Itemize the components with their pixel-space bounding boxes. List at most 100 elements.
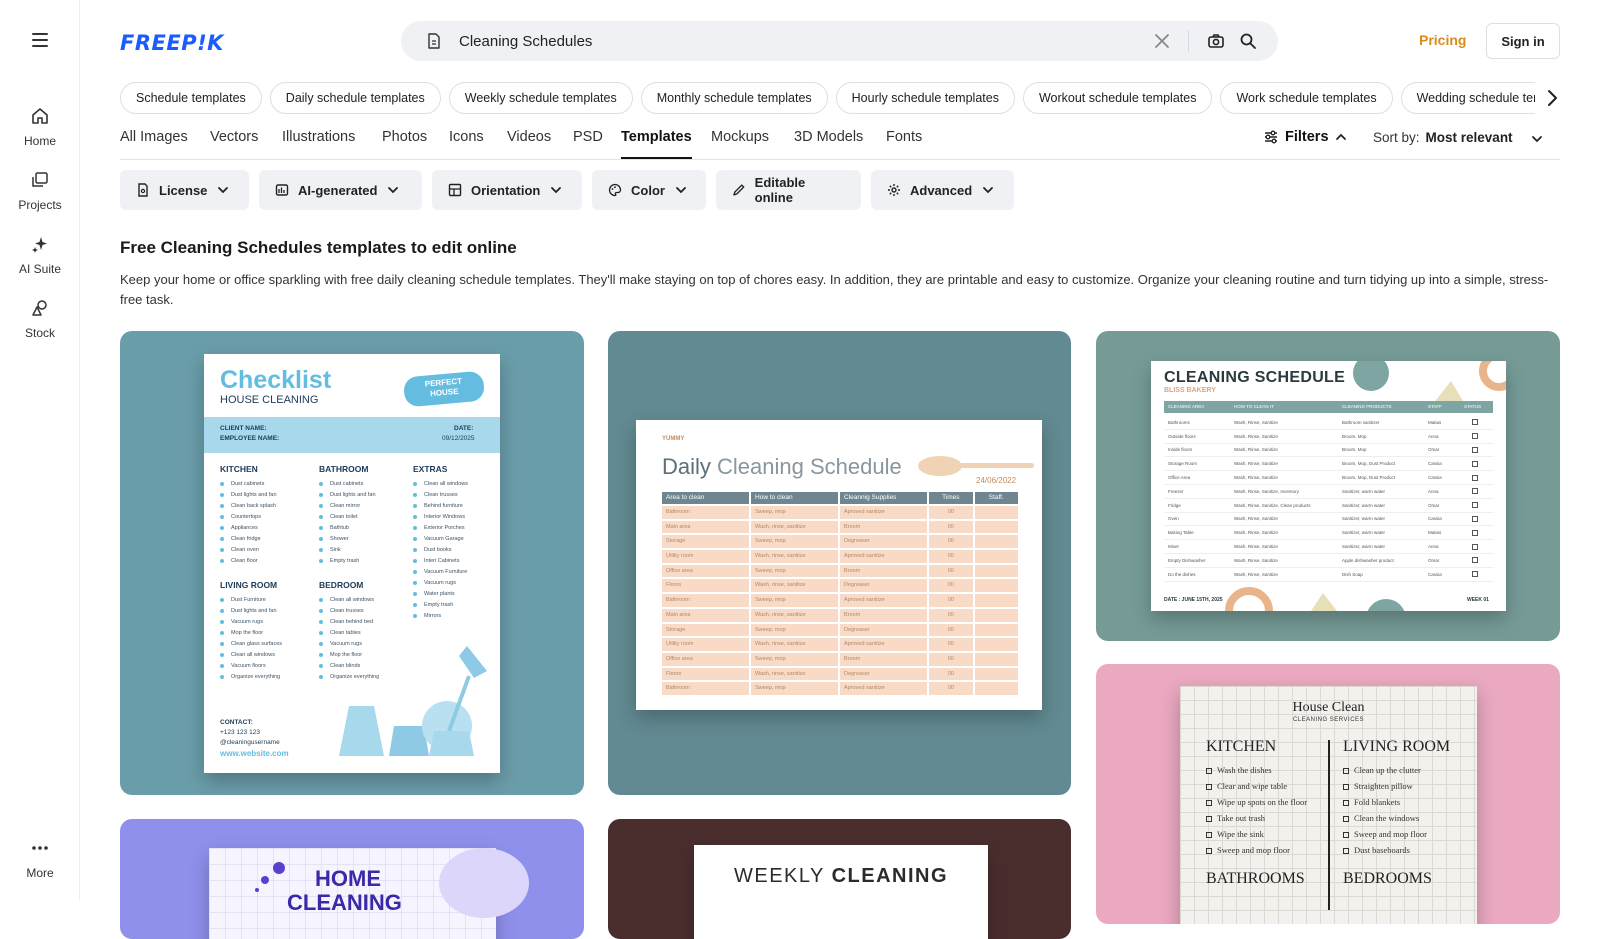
checklist-item: Clean all windows	[220, 650, 310, 661]
rail-item-stock[interactable]: Stock	[0, 298, 80, 342]
contact-username: @cleaningusername	[220, 739, 280, 746]
chip-work-schedule[interactable]: Work schedule templates	[1220, 82, 1393, 114]
item-text: Vacuum Furniture	[424, 569, 468, 575]
bullet-dot	[220, 597, 224, 602]
checklist-item: Vacuum Furniture	[413, 567, 503, 578]
chip-wedding-schedule[interactable]: Wedding schedule templates	[1400, 82, 1535, 114]
rail-item-home[interactable]: Home	[0, 106, 80, 150]
tab-mockups[interactable]: Mockups	[711, 129, 769, 145]
freepik-logo[interactable]: FREEP!K	[120, 31, 224, 55]
item-text: Dust cabinets	[231, 481, 265, 487]
tab-templates[interactable]: Templates	[621, 129, 692, 145]
item-text: Dust cabinets	[330, 481, 364, 487]
item-text: Shower	[330, 536, 349, 542]
clear-icon[interactable]	[1153, 32, 1171, 50]
table-cell: Matias	[1428, 419, 1442, 425]
column-divider	[1328, 740, 1330, 910]
color-filter[interactable]: Color	[592, 170, 706, 210]
template-card-weekly-cleaning[interactable]: WEEKLY CLEANING	[608, 819, 1071, 939]
chip-schedule-templates[interactable]: Schedule templates	[120, 82, 262, 114]
chevron-right-icon[interactable]	[1540, 86, 1564, 110]
table-cell	[974, 506, 1019, 519]
section-heading: EXTRAS	[413, 464, 448, 474]
camera-icon[interactable]	[1207, 32, 1225, 50]
tab-all-images[interactable]: All Images	[120, 129, 188, 145]
table-cell: Sweep, mop	[751, 682, 839, 695]
table-cell: Wash, Rinse, Sanitize	[1234, 516, 1278, 522]
tab-vectors[interactable]: Vectors	[210, 129, 258, 145]
menu-icon[interactable]	[28, 28, 52, 52]
rail-item-more[interactable]: More	[0, 838, 80, 882]
item-text: Water plants	[424, 591, 455, 597]
section-heading: KITCHEN	[220, 464, 258, 474]
pricing-link[interactable]: Pricing	[1419, 32, 1466, 48]
tab-videos[interactable]: Videos	[507, 129, 551, 145]
editable-online-filter[interactable]: Editable online	[716, 170, 861, 210]
bullet-dot	[220, 652, 224, 657]
sort-by[interactable]: Sort by: Most relevant	[1373, 130, 1513, 145]
checkbox	[1206, 800, 1212, 807]
chevron-down-icon	[388, 187, 399, 194]
table-cell: Storage	[662, 623, 750, 637]
license-filter[interactable]: License	[120, 170, 249, 210]
table-cell: Empty Dishwasher	[1168, 557, 1206, 563]
template-card-cleaning-schedule[interactable]: CLEANING SCHEDULE BLISS BAKERY CLEANING …	[1096, 331, 1560, 641]
tab-psd[interactable]: PSD	[573, 129, 603, 145]
tab-icons[interactable]: Icons	[449, 129, 484, 145]
table-cell: Degreaser	[840, 623, 928, 637]
checkbox	[1206, 768, 1212, 775]
chip-workout-schedule[interactable]: Workout schedule templates	[1022, 82, 1213, 114]
chip-monthly-schedule[interactable]: Monthly schedule templates	[640, 82, 828, 114]
checklist-item: Clean all windows	[319, 595, 409, 606]
chip-daily-schedule[interactable]: Daily schedule templates	[269, 82, 441, 114]
section-heading: KITCHEN	[1206, 738, 1277, 755]
bullet-dot	[220, 641, 224, 646]
checklist-item: Empty trash	[413, 600, 503, 611]
tab-illustrations[interactable]: Illustrations	[282, 129, 355, 145]
table-row: Utility room Wash, rinse, sanitize Aproved…	[662, 550, 1019, 563]
item-text: Dust lights and fan	[231, 608, 277, 614]
table-cell: Times	[929, 492, 973, 504]
tab-photos[interactable]: Photos	[382, 129, 427, 145]
chip-hourly-schedule[interactable]: Hourly schedule templates	[835, 82, 1015, 114]
table-cell	[974, 564, 1019, 578]
ai-generated-filter[interactable]: AI-generated	[259, 170, 422, 210]
chevron-down-icon	[983, 187, 994, 194]
search-icon[interactable]	[1239, 32, 1257, 50]
table-cell: Wash, Rinse, Sanitize	[1234, 475, 1278, 481]
chevron-down-icon[interactable]	[1530, 132, 1544, 146]
table-cell: Wash, rinse, sanitize	[751, 608, 839, 622]
table-cell: Sanitizer, warm water	[1342, 502, 1386, 508]
tab-fonts[interactable]: Fonts	[886, 129, 922, 145]
checklist-item: Clean behind bed	[319, 617, 409, 628]
item-text: Clean the windows	[1354, 813, 1420, 823]
advanced-filter[interactable]: Advanced	[871, 170, 1014, 210]
item-text: Wipe the sink	[1217, 829, 1264, 839]
table-row: Bathroom Sweep, mop Aproved sanitize 00	[662, 506, 1019, 519]
bullet-dot	[220, 481, 224, 486]
template-card-home-cleaning[interactable]: HOME CLEANING	[120, 819, 584, 939]
filters-toggle[interactable]: Filters	[1263, 129, 1347, 145]
preview-title: Checklist	[220, 366, 332, 394]
chip-weekly-schedule[interactable]: Weekly schedule templates	[448, 82, 633, 114]
search-input[interactable]	[459, 29, 1139, 53]
item-text: Dust baseboards	[1354, 845, 1410, 855]
chevron-down-icon	[676, 187, 686, 194]
template-card-daily-schedule[interactable]: YUMMY Daily Cleaning Schedule 24/06/2022…	[608, 331, 1071, 795]
item-text: Countertops	[231, 514, 261, 520]
rail-item-projects[interactable]: Projects	[0, 170, 80, 214]
orientation-filter[interactable]: Orientation	[432, 170, 582, 210]
table-cell	[974, 608, 1019, 622]
bullet-dot	[220, 663, 224, 668]
table-row: Mixer Wash, Rinse, Sanitize Sanitizer, war…	[1164, 540, 1493, 554]
rail-item-ai-suite[interactable]: AI Suite	[0, 234, 80, 278]
table-row: Floors Wash, rinse, sanitize Degreaser 00	[662, 579, 1019, 593]
table-cell: Wash, Rinse, Sanitize	[1234, 571, 1278, 577]
tab-3d-models[interactable]: 3D Models	[794, 129, 863, 145]
rail-item-label: Stock	[24, 326, 55, 340]
template-card-house-clean[interactable]: House Clean CLEANING SERVICES KITCHEN Wa…	[1096, 664, 1560, 924]
table-cell: STAFF	[1428, 404, 1442, 409]
template-card-checklist[interactable]: Checklist HOUSE CLEANING PERFECT HOUSE C…	[120, 331, 584, 795]
table-row: Empty Dishwasher Wash, Rinse, Sanitize App…	[1164, 554, 1493, 568]
sign-in-button[interactable]: Sign in	[1486, 23, 1560, 59]
